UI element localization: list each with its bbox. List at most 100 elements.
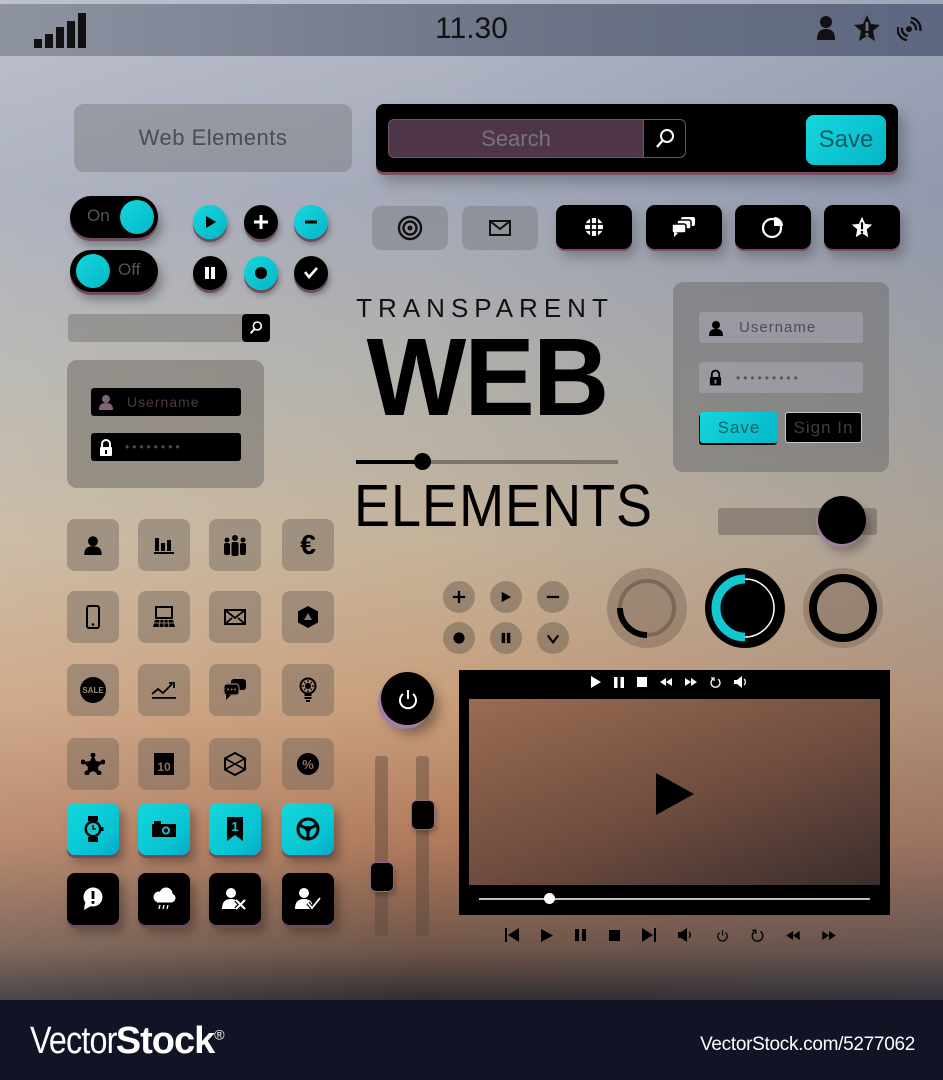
bar-chart-tile-button[interactable] — [138, 519, 190, 571]
pause-icon[interactable] — [575, 929, 587, 941]
lock-icon — [709, 369, 722, 386]
video-progress-track[interactable] — [479, 898, 870, 900]
replay-icon[interactable] — [710, 676, 721, 688]
volume-icon[interactable] — [734, 676, 748, 688]
small-plus-button[interactable] — [443, 581, 475, 613]
mini-search-input[interactable] — [68, 314, 270, 342]
star-alert-icon[interactable] — [853, 14, 881, 42]
pie-chart-button[interactable] — [735, 205, 811, 249]
password-field-left[interactable]: •••••••• — [91, 433, 241, 461]
fast-forward-icon[interactable] — [822, 930, 836, 940]
steering-wheel-tile-button[interactable] — [282, 803, 334, 855]
small-check-button[interactable] — [537, 622, 569, 654]
user-tile-button[interactable] — [67, 519, 119, 571]
password-mask: •••••••• — [125, 440, 183, 454]
vertical-slider-2-knob[interactable] — [412, 801, 434, 830]
badge-star-tile-button[interactable] — [67, 738, 119, 790]
globe-button[interactable] — [556, 205, 632, 249]
percent-tile-button[interactable]: % — [282, 738, 334, 790]
camera-icon — [151, 820, 177, 838]
progress-ring-black — [803, 568, 883, 648]
camera-tile-button[interactable] — [138, 803, 190, 855]
lightbulb-tile-button[interactable] — [282, 664, 334, 716]
watch-tile-button[interactable] — [67, 803, 119, 855]
stop-icon[interactable] — [637, 677, 647, 687]
alert-bubble-tile-button[interactable] — [67, 873, 119, 925]
brand-bold: Stock — [115, 1020, 215, 1062]
hexagon-triangle-tile-button[interactable] — [282, 591, 334, 643]
power-button[interactable] — [381, 672, 434, 725]
replay-icon[interactable] — [751, 928, 764, 942]
mail-button[interactable] — [462, 206, 538, 250]
username-field-right[interactable]: Username — [699, 312, 863, 343]
chat-bubbles-button[interactable] — [646, 205, 722, 249]
login-save-button[interactable]: Save — [700, 412, 778, 443]
pause-button[interactable] — [193, 256, 227, 290]
volume-icon[interactable] — [678, 928, 694, 942]
user-remove-icon — [222, 887, 248, 911]
toggle-off[interactable]: Off — [70, 250, 158, 292]
rewind-icon[interactable] — [660, 678, 672, 686]
laptop-tile-button[interactable] — [138, 591, 190, 643]
wireless-signal-icon[interactable] — [897, 15, 923, 41]
euro-tile-button[interactable]: € — [282, 519, 334, 571]
cube-tile-button[interactable] — [209, 738, 261, 790]
plus-button[interactable] — [244, 205, 278, 239]
minus-button[interactable] — [294, 205, 328, 239]
horizontal-slider-knob[interactable] — [818, 496, 867, 544]
username-field-left[interactable]: Username — [91, 388, 241, 416]
smartphone-tile-button[interactable] — [67, 591, 119, 643]
search-input[interactable] — [388, 119, 644, 158]
user-remove-tile-button[interactable] — [209, 873, 261, 925]
trend-line-tile-button[interactable] — [138, 664, 190, 716]
fast-forward-icon[interactable] — [685, 678, 697, 686]
calendar-tile-button[interactable]: 10 — [138, 738, 190, 790]
pause-icon[interactable] — [614, 676, 624, 688]
play-icon[interactable] — [541, 928, 553, 942]
target-button[interactable] — [372, 206, 448, 250]
rewind-icon[interactable] — [786, 930, 800, 940]
big-play-icon[interactable] — [655, 772, 695, 816]
sale-tag-tile-button[interactable]: SALE — [67, 664, 119, 716]
mini-search-button[interactable] — [242, 314, 270, 342]
skip-back-icon[interactable] — [505, 928, 519, 942]
rain-cloud-tile-button[interactable] — [138, 873, 190, 925]
footer-brand: VectorStock® — [30, 1020, 225, 1063]
skip-forward-icon[interactable] — [642, 928, 656, 942]
sign-in-button[interactable]: Sign In — [785, 412, 862, 443]
minus-icon — [546, 595, 560, 599]
small-play-button[interactable] — [490, 581, 522, 613]
mail-icon — [489, 220, 511, 236]
star-alert-button[interactable] — [824, 205, 900, 249]
vertical-slider-1-knob[interactable] — [371, 862, 393, 891]
user-icon[interactable] — [815, 15, 837, 41]
small-pause-button[interactable] — [490, 622, 522, 654]
check-button[interactable] — [294, 256, 328, 290]
bookmark-tile-button[interactable]: 1 — [209, 803, 261, 855]
web-elements-title-button[interactable]: Web Elements — [74, 104, 352, 172]
group-tile-button[interactable] — [209, 519, 261, 571]
hero-title: WEB — [366, 316, 610, 439]
envelope-icon — [224, 609, 246, 625]
user-check-icon — [295, 887, 321, 911]
vertical-slider-2-track[interactable] — [416, 756, 429, 936]
calendar-icon: 10 — [154, 753, 174, 775]
footer-url: VectorStock.com/5277062 — [700, 1034, 915, 1055]
vertical-slider-1-track[interactable] — [375, 756, 388, 936]
search-button[interactable] — [643, 119, 686, 158]
power-icon[interactable] — [716, 929, 729, 942]
save-button[interactable]: Save — [806, 115, 886, 165]
user-check-tile-button[interactable] — [282, 873, 334, 925]
toggle-on[interactable]: On — [70, 196, 158, 238]
hero-slider-knob[interactable] — [413, 453, 431, 470]
record-button[interactable] — [244, 256, 278, 290]
envelope-tile-button[interactable] — [209, 591, 261, 643]
small-minus-button[interactable] — [537, 581, 569, 613]
small-record-button[interactable] — [443, 622, 475, 654]
play-icon[interactable] — [590, 676, 601, 688]
stop-icon[interactable] — [609, 929, 620, 941]
progress-ring-cyan — [705, 568, 785, 648]
play-button[interactable] — [193, 205, 227, 239]
chat-tile-button[interactable] — [209, 664, 261, 716]
password-field-right[interactable]: ••••••••• — [699, 362, 863, 393]
